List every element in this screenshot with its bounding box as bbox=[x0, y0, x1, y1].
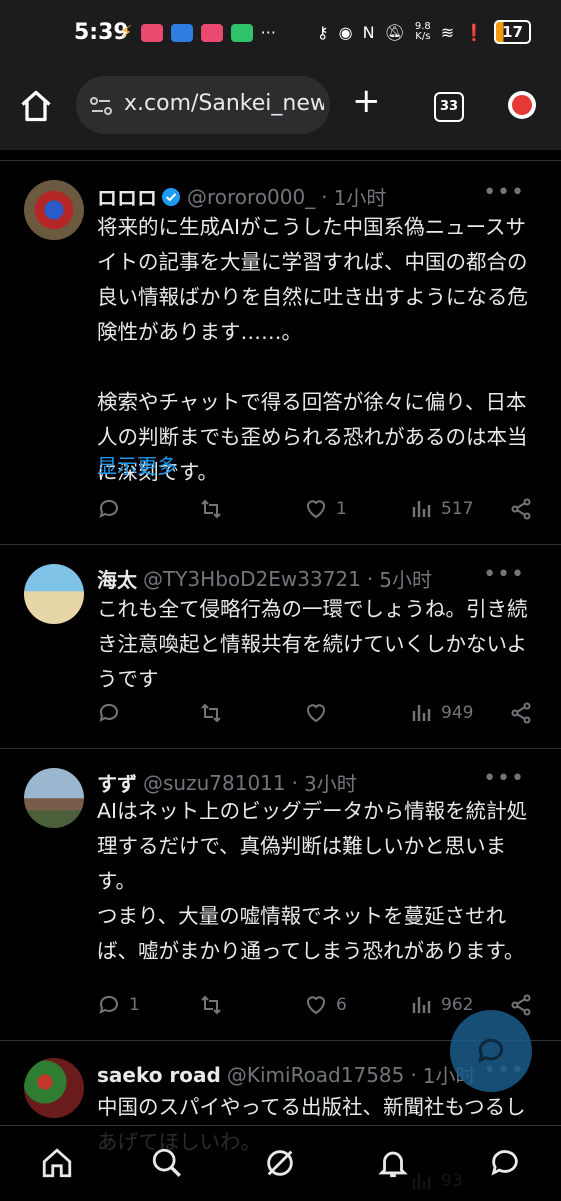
author-handle[interactable]: @TY3HboD2Ew33721 bbox=[143, 567, 361, 591]
like-count: 6 bbox=[336, 995, 347, 1015]
share-button[interactable] bbox=[509, 993, 541, 1017]
retweet-icon bbox=[201, 703, 221, 723]
messages-icon[interactable] bbox=[488, 1146, 522, 1180]
separator: · bbox=[366, 566, 374, 591]
share-button[interactable] bbox=[509, 497, 541, 521]
views-button[interactable]: 517 bbox=[409, 497, 473, 521]
grok-icon[interactable] bbox=[263, 1146, 297, 1180]
lightning-icon: ⚡ bbox=[120, 22, 133, 43]
view-count: 962 bbox=[441, 995, 474, 1015]
tweet-text: AIはネット上のビッグデータから情報を統計処理するだけで、真偽判断は難しいかと思… bbox=[97, 799, 528, 963]
separator: · bbox=[410, 1062, 417, 1087]
more-options-icon[interactable]: ••• bbox=[483, 766, 525, 791]
verified-badge-icon bbox=[162, 187, 180, 206]
retweet-button[interactable] bbox=[199, 497, 231, 521]
share-button[interactable] bbox=[509, 701, 541, 725]
view-count: 949 bbox=[441, 703, 474, 723]
share-icon bbox=[511, 702, 531, 724]
reply-icon bbox=[99, 995, 118, 1014]
reply-button[interactable] bbox=[97, 701, 129, 725]
heart-icon bbox=[307, 704, 325, 723]
like-count: 1 bbox=[336, 499, 347, 519]
views-button[interactable]: 949 bbox=[409, 701, 473, 725]
more-options-icon[interactable]: ••• bbox=[483, 562, 525, 587]
author-handle[interactable]: @KimiRoad17585 bbox=[227, 1063, 405, 1087]
author-name[interactable]: saeko road bbox=[97, 1063, 221, 1087]
retweet-icon bbox=[201, 499, 221, 519]
notifications-icon[interactable] bbox=[376, 1146, 410, 1180]
views-icon bbox=[412, 997, 431, 1013]
like-button[interactable]: 6 bbox=[304, 993, 347, 1017]
author-name[interactable]: すず bbox=[97, 768, 137, 797]
home-icon[interactable] bbox=[18, 88, 54, 124]
author-name[interactable]: 海太 bbox=[97, 564, 137, 593]
author-handle[interactable]: @suzu781011 bbox=[143, 771, 286, 795]
site-settings-icon[interactable] bbox=[90, 96, 112, 116]
like-button[interactable]: 1 bbox=[304, 497, 347, 521]
reply-button[interactable]: 1 bbox=[97, 993, 140, 1017]
tweet[interactable]: ロロロ @rororo000_ · 1小时 ••• 将来的に生成AIがこうした中… bbox=[0, 160, 561, 544]
share-icon bbox=[511, 498, 531, 520]
heart-icon bbox=[307, 996, 325, 1015]
avatar[interactable] bbox=[24, 768, 84, 828]
retweet-button[interactable] bbox=[199, 993, 231, 1017]
compose-reply-button[interactable] bbox=[450, 1010, 532, 1092]
url-text[interactable]: x.com/Sankei_new bbox=[124, 91, 324, 116]
views-icon bbox=[412, 705, 431, 721]
author-name[interactable]: ロロロ bbox=[97, 182, 157, 211]
alert-icon: ❗ bbox=[464, 22, 485, 42]
reply-button[interactable] bbox=[97, 497, 129, 521]
timestamp[interactable]: 5小时 bbox=[379, 564, 432, 593]
network-speed: 9.8 K/s bbox=[414, 21, 431, 42]
nfc-icon: N bbox=[362, 22, 375, 42]
reply-icon bbox=[99, 703, 118, 722]
tweet-text: これも全て侵略行為の一環でしょうね。引き続き注意喚起と情報共有を続けていくしかな… bbox=[97, 597, 528, 691]
avatar[interactable] bbox=[24, 564, 84, 624]
app-icon bbox=[200, 23, 223, 42]
battery-icon: 17 bbox=[494, 20, 531, 44]
tweet[interactable]: すず @suzu781011 · 3小时 ••• AIはネット上のビッグデータか… bbox=[0, 748, 561, 1040]
views-button[interactable]: 962 bbox=[409, 993, 473, 1017]
browser-toolbar: x.com/Sankei_new + 33 bbox=[0, 68, 561, 150]
plus-icon[interactable]: + bbox=[352, 84, 381, 118]
tweet[interactable]: 海太 @TY3HboD2Ew33721 · 5小时 ••• これも全て侵略行為の… bbox=[0, 544, 561, 748]
wechat-icon bbox=[230, 23, 253, 42]
avatar[interactable] bbox=[24, 1058, 84, 1118]
timestamp[interactable]: 1小时 bbox=[334, 182, 387, 211]
wifi-icon: ≋ bbox=[440, 22, 455, 42]
show-more-link[interactable]: 显示更多 bbox=[97, 450, 177, 479]
home-icon[interactable] bbox=[40, 1146, 74, 1180]
views-icon bbox=[412, 501, 431, 517]
retweet-icon bbox=[201, 995, 221, 1015]
shield-icon bbox=[170, 23, 193, 42]
heart-icon bbox=[307, 500, 325, 519]
key-icon: ⚷ bbox=[316, 22, 329, 42]
reply-icon bbox=[99, 499, 118, 518]
reply-count: 1 bbox=[129, 995, 140, 1015]
retweet-button[interactable] bbox=[199, 701, 231, 725]
eye-icon: ◉ bbox=[338, 22, 353, 42]
status-bar: 5:39 ⚡ ··· ⚷ ◉ N 🔕︎ 9.8 K/s ≋ ❗ 17 bbox=[0, 0, 561, 68]
search-icon[interactable] bbox=[150, 1146, 184, 1180]
separator: · bbox=[321, 184, 328, 209]
address-bar[interactable]: x.com/Sankei_new bbox=[76, 76, 330, 134]
app-icon bbox=[140, 23, 163, 42]
author-handle[interactable]: @rororo000_ bbox=[187, 185, 315, 209]
view-count: 517 bbox=[441, 499, 474, 519]
timestamp[interactable]: 3小时 bbox=[304, 768, 357, 797]
tabs-icon[interactable]: 33 bbox=[434, 92, 464, 122]
bottom-navigation bbox=[0, 1125, 561, 1201]
separator: · bbox=[291, 770, 298, 795]
share-icon bbox=[511, 994, 531, 1016]
like-button[interactable] bbox=[304, 701, 336, 725]
more-dots-icon: ··· bbox=[260, 23, 276, 42]
update-icon[interactable] bbox=[508, 91, 536, 119]
more-options-icon[interactable]: ••• bbox=[483, 180, 525, 205]
mute-icon: 🔕︎ bbox=[384, 22, 405, 42]
avatar[interactable] bbox=[24, 180, 84, 240]
chat-bubble-icon bbox=[478, 1038, 504, 1064]
tweet-text: 将来的に生成AIがこうした中国系偽ニュースサイトの記事を大量に学習すれば、中国の… bbox=[97, 215, 528, 484]
